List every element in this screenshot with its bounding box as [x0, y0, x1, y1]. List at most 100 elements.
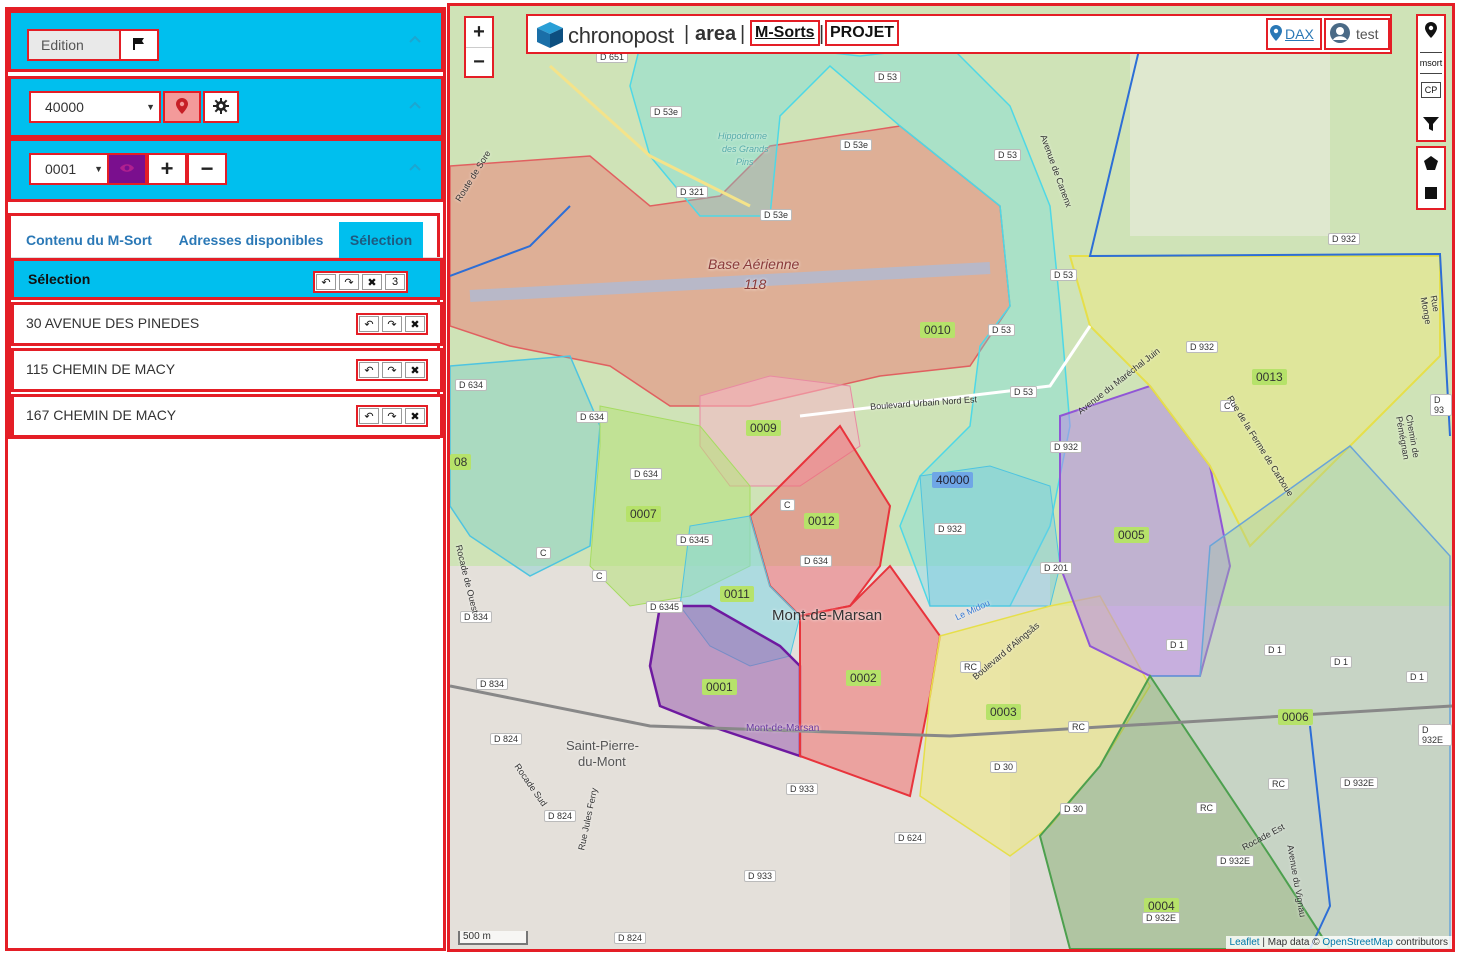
place-label: Pins [736, 157, 754, 167]
msorts-link[interactable]: M-Sorts [750, 20, 820, 46]
zone-select-value: 40000 [45, 99, 84, 115]
add-msort-button[interactable]: + [147, 153, 187, 185]
separator: | [740, 23, 746, 45]
address-label: 30 AVENUE DES PINEDES [26, 315, 200, 331]
chevron-up-icon[interactable] [409, 35, 421, 47]
projet-link[interactable]: PROJET [825, 20, 900, 46]
road-label: D 6345 [646, 601, 684, 613]
zoom-in-button[interactable]: + [466, 18, 492, 47]
remove-item-button[interactable]: ✖ [405, 316, 425, 332]
undo-icon: ↶ [364, 364, 374, 377]
road-label: D 53e [840, 139, 873, 151]
attribution-text: contributors [1392, 937, 1448, 948]
road-label: D 932 [1186, 341, 1219, 353]
place-label: Mont-de-Marsan [746, 723, 820, 734]
locate-button[interactable] [1420, 20, 1442, 42]
road-label: D 321 [676, 186, 709, 198]
zone-label: 0001 [702, 679, 737, 695]
list-item[interactable]: 30 AVENUE DES PINEDES ↶ ↷ ✖ [11, 302, 443, 346]
list-item[interactable]: 115 CHEMIN DE MACY ↶ ↷ ✖ [11, 348, 443, 392]
map-marker-icon [1270, 24, 1282, 44]
road-label: D 53 [874, 71, 902, 83]
zoom-out-button[interactable]: − [466, 47, 492, 76]
move-left-button[interactable]: ↶ [316, 274, 336, 290]
locate-zone-button[interactable] [163, 91, 201, 123]
road-label: RC [1268, 778, 1289, 790]
road-label: D 53 [1050, 269, 1078, 281]
zone-label: 08 [450, 454, 472, 470]
move-right-button[interactable]: ↷ [382, 362, 402, 378]
draw-rectangle-button[interactable] [1420, 183, 1442, 205]
edition-button[interactable]: Edition [27, 29, 121, 61]
remove-item-button[interactable]: ✖ [405, 408, 425, 424]
move-left-button[interactable]: ↶ [359, 362, 379, 378]
tab-adresses-disponibles[interactable]: Adresses disponibles [171, 222, 331, 258]
remove-msort-button[interactable]: − [187, 153, 227, 185]
msort-select[interactable]: 0001 ▼ [29, 153, 109, 185]
road-label: C [536, 547, 551, 559]
road-label: D 30 [990, 761, 1018, 773]
road-label: D 932E [1216, 855, 1255, 867]
tab-contenu-msort[interactable]: Contenu du M-Sort [19, 222, 159, 258]
map-pin-icon [1425, 22, 1437, 40]
map-view[interactable]: 0010 0009 0007 0012 0011 0001 0002 0003 … [447, 3, 1455, 952]
road-label: D 1 [1406, 671, 1429, 683]
zone-select[interactable]: 40000 ▼ [29, 91, 161, 123]
zone-label: 0006 [1278, 709, 1313, 725]
chevron-up-icon[interactable] [409, 101, 421, 113]
move-right-button[interactable]: ↷ [382, 408, 402, 424]
clear-selection-button[interactable]: ✖ [362, 274, 382, 290]
road-label: D 932 [1328, 233, 1361, 245]
settings-button[interactable] [203, 91, 239, 123]
tab-selection[interactable]: Sélection [339, 222, 423, 258]
attribution-text: | Map data © [1259, 937, 1323, 948]
move-left-button[interactable]: ↶ [359, 408, 379, 424]
msort-layer-button[interactable]: msort [1420, 52, 1442, 74]
redo-icon: ↷ [344, 276, 354, 289]
move-left-button[interactable]: ↶ [359, 316, 379, 332]
city-link[interactable]: DAX [1266, 18, 1322, 50]
leaflet-link[interactable]: Leaflet [1230, 937, 1260, 948]
undo-icon: ↶ [364, 318, 374, 331]
caret-down-icon: ▼ [94, 164, 103, 174]
road-label: D 1 [1330, 656, 1353, 668]
close-icon: ✖ [410, 410, 420, 423]
move-right-button[interactable]: ↷ [339, 274, 359, 290]
road-label: D 634 [455, 379, 488, 391]
filter-button[interactable] [1420, 114, 1442, 136]
road-label: D 824 [544, 810, 577, 822]
left-panel: Edition 40000 ▼ 0001 ▼ + − Contenu du M-… [5, 7, 446, 951]
scale-bar: 500 m [458, 931, 528, 945]
city-name: DAX [1285, 26, 1314, 42]
list-item[interactable]: 167 CHEMIN DE MACY ↶ ↷ ✖ [11, 394, 443, 438]
map-pin-icon [176, 97, 188, 117]
road-label: D 932 [934, 523, 967, 535]
zoom-control: + − [464, 16, 494, 78]
caret-down-icon: ▼ [146, 102, 155, 112]
msort-color-button[interactable] [107, 153, 147, 185]
flag-button[interactable] [119, 29, 159, 61]
chevron-up-icon[interactable] [409, 163, 421, 175]
user-menu[interactable]: test [1324, 18, 1390, 50]
flag-icon [132, 37, 146, 54]
osm-link[interactable]: OpenStreetMap [1322, 937, 1393, 948]
road-label: D 932E [1340, 777, 1379, 789]
road-label: D 53e [760, 209, 793, 221]
chronopost-logo-icon [536, 21, 564, 52]
road-label: D 53 [994, 149, 1022, 161]
place-label: des Grands [722, 144, 769, 154]
draw-polygon-button[interactable] [1420, 153, 1442, 175]
user-name: test [1356, 26, 1379, 42]
zone-label: 0007 [626, 506, 661, 522]
zone-label: 0013 [1252, 369, 1287, 385]
move-right-button[interactable]: ↷ [382, 316, 402, 332]
place-label: Hippodrome [718, 131, 768, 141]
selection-title: Sélection [28, 271, 91, 287]
zone-panel: 40000 ▼ [8, 76, 444, 138]
zone-label: 0002 [846, 670, 881, 686]
remove-item-button[interactable]: ✖ [405, 362, 425, 378]
selection-box: Contenu du M-Sort Adresses disponibles S… [8, 213, 443, 439]
filter-icon [1423, 116, 1439, 134]
cp-layer-button[interactable]: CP [1421, 82, 1441, 98]
place-label: Mont-de-Marsan [772, 607, 883, 624]
